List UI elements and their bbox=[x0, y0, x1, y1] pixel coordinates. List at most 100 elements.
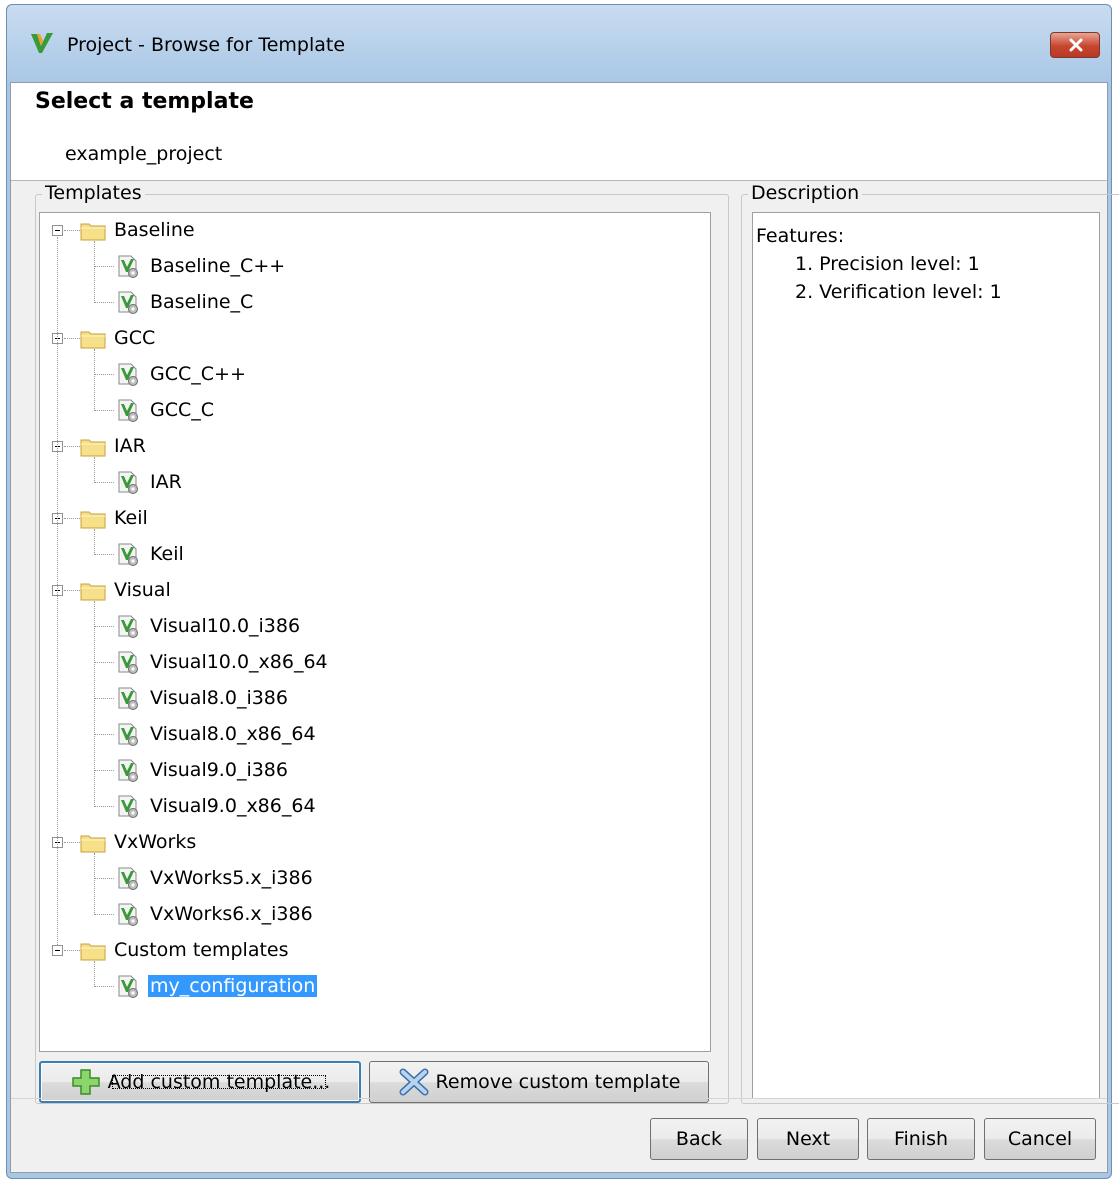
tree-template-label: Visual10.0_x86_64 bbox=[150, 651, 328, 673]
template-config-icon bbox=[116, 975, 140, 999]
template-config-icon bbox=[116, 291, 140, 315]
template-config-icon bbox=[116, 471, 140, 495]
template-config-icon bbox=[116, 723, 140, 747]
template-config-icon bbox=[116, 363, 140, 387]
footer-separator bbox=[11, 1098, 1107, 1099]
finish-button[interactable]: Finish bbox=[867, 1118, 975, 1160]
template-config-icon bbox=[116, 615, 140, 639]
tree-connector bbox=[94, 349, 95, 411]
templates-tree[interactable]: Baseline Baseline_C++ Baseline_C GCC GCC_C++… bbox=[39, 212, 711, 1052]
tree-connector bbox=[94, 770, 114, 771]
project-name: example_project bbox=[65, 143, 223, 165]
template-config-icon bbox=[116, 687, 140, 711]
cancel-button-label: Cancel bbox=[1007, 1128, 1073, 1150]
remove-custom-template-button[interactable]: Remove custom template bbox=[369, 1061, 709, 1103]
tree-connector bbox=[64, 230, 80, 231]
collapse-toggle-icon[interactable] bbox=[52, 225, 63, 236]
template-config-icon bbox=[116, 759, 140, 783]
tree-connector bbox=[94, 878, 114, 879]
tree-template-label: GCC_C++ bbox=[150, 363, 246, 385]
tree-template-label: Visual9.0_i386 bbox=[150, 759, 288, 781]
window-title: Project - Browse for Template bbox=[67, 34, 346, 56]
plus-icon bbox=[70, 1068, 102, 1096]
tree-connector bbox=[94, 662, 114, 663]
tree-connector bbox=[94, 734, 114, 735]
tree-connector bbox=[64, 338, 80, 339]
page-heading: Select a template bbox=[35, 89, 254, 114]
tree-connector bbox=[94, 698, 114, 699]
description-line: 2. Verification level: 1 bbox=[795, 281, 1002, 303]
tree-template-label: VxWorks6.x_i386 bbox=[150, 903, 313, 925]
dialog-window: Project - Browse for Template Select a t… bbox=[6, 4, 1119, 1179]
next-button-label: Next bbox=[785, 1128, 831, 1150]
tree-template-label: my_configuration bbox=[148, 975, 318, 997]
folder-icon bbox=[80, 941, 106, 961]
description-heading: Features: bbox=[756, 225, 845, 247]
tree-connector bbox=[94, 914, 114, 915]
tree-connector bbox=[94, 986, 114, 987]
tree-connector bbox=[94, 853, 95, 915]
tree-connector bbox=[64, 842, 80, 843]
tree-template-label: Visual8.0_x86_64 bbox=[150, 723, 316, 745]
tree-connector bbox=[94, 457, 95, 483]
template-config-icon bbox=[116, 651, 140, 675]
tree-template-label: Baseline_C bbox=[150, 291, 254, 313]
description-legend: Description bbox=[748, 182, 863, 204]
tree-folder-label: Keil bbox=[114, 507, 148, 529]
tree-template-label: VxWorks5.x_i386 bbox=[150, 867, 313, 889]
tree-connector bbox=[94, 806, 114, 807]
tree-template-label: Visual10.0_i386 bbox=[150, 615, 301, 637]
tree-template-label: Baseline_C++ bbox=[150, 255, 286, 277]
folder-icon bbox=[80, 329, 106, 349]
tree-folder-label: Custom templates bbox=[114, 939, 289, 961]
tree-connector bbox=[64, 446, 80, 447]
title-bar[interactable]: Project - Browse for Template bbox=[7, 5, 1111, 83]
template-config-icon bbox=[116, 255, 140, 279]
template-config-icon bbox=[116, 867, 140, 891]
templates-group: Templates Baseline Baseline_C++ Baseline_C… bbox=[35, 182, 729, 1104]
tree-folder-label: Visual bbox=[114, 579, 171, 601]
cancel-button[interactable]: Cancel bbox=[984, 1118, 1096, 1160]
tree-folder-label: IAR bbox=[114, 435, 146, 457]
tree-connector bbox=[94, 482, 114, 483]
tree-connector bbox=[94, 241, 95, 303]
tree-template-label: Visual9.0_x86_64 bbox=[150, 795, 316, 817]
back-button[interactable]: Back bbox=[650, 1118, 748, 1160]
tree-connector bbox=[94, 374, 114, 375]
collapse-toggle-icon[interactable] bbox=[52, 945, 63, 956]
tree-connector bbox=[94, 410, 114, 411]
tree-connector bbox=[94, 266, 114, 267]
app-logo-icon bbox=[31, 33, 53, 53]
tree-connector bbox=[94, 626, 114, 627]
tree-folder-label: GCC bbox=[114, 327, 156, 349]
folder-icon bbox=[80, 221, 106, 241]
folder-icon bbox=[80, 509, 106, 529]
finish-button-label: Finish bbox=[893, 1128, 949, 1150]
tree-connector bbox=[94, 961, 95, 987]
description-line: 1. Precision level: 1 bbox=[795, 253, 980, 275]
folder-icon bbox=[80, 581, 106, 601]
next-button[interactable]: Next bbox=[757, 1118, 859, 1160]
close-button[interactable] bbox=[1050, 32, 1100, 58]
back-button-label: Back bbox=[675, 1128, 723, 1150]
template-config-icon bbox=[116, 399, 140, 423]
tree-connector bbox=[64, 518, 80, 519]
template-config-icon bbox=[116, 543, 140, 567]
tree-folder-label: VxWorks bbox=[114, 831, 197, 853]
header-area: Select a template example_project bbox=[11, 83, 1107, 181]
tree-template-label: GCC_C bbox=[150, 399, 215, 421]
dialog-body: Select a template example_project Templa… bbox=[10, 82, 1119, 1173]
remove-x-icon bbox=[398, 1068, 430, 1096]
add-custom-template-button[interactable]: Add custom template... bbox=[39, 1061, 361, 1103]
remove-custom-template-label: Remove custom template bbox=[435, 1071, 681, 1093]
tree-connector bbox=[64, 950, 80, 951]
folder-icon bbox=[80, 437, 106, 457]
template-config-icon bbox=[116, 795, 140, 819]
tree-connector bbox=[94, 302, 114, 303]
folder-icon bbox=[80, 833, 106, 853]
tree-connector bbox=[94, 554, 114, 555]
close-icon bbox=[1069, 38, 1083, 52]
description-box: Features: 1. Precision level: 1 2. Verif… bbox=[752, 212, 1100, 1099]
templates-legend: Templates bbox=[42, 182, 145, 204]
tree-template-label: Keil bbox=[150, 543, 184, 565]
